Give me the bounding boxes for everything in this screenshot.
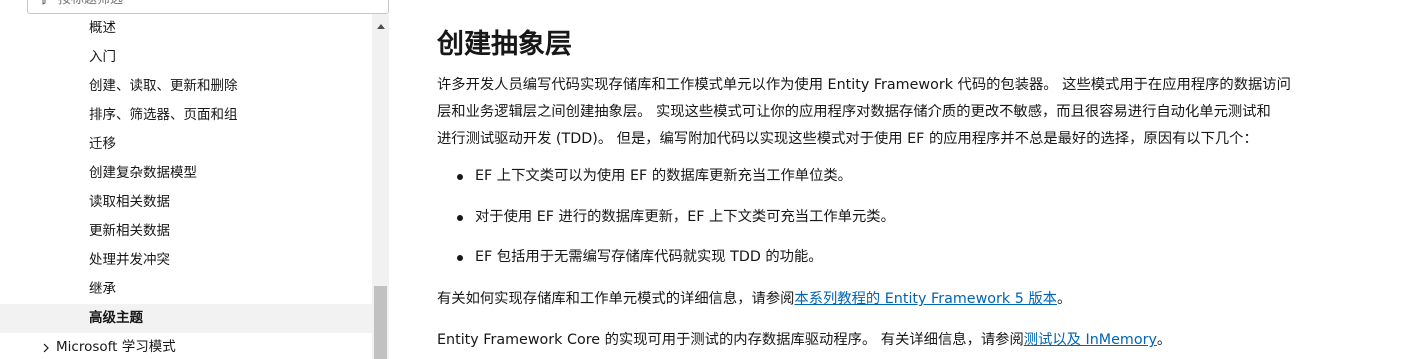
toc-list: 概述 入门 创建、读取、更新和删除 排序、筛选器、页面和组 迁移 创建复杂数据模… — [0, 14, 372, 359]
bullet-icon — [457, 174, 463, 180]
filter-box[interactable] — [27, 0, 389, 14]
intro-line: 许多开发人员编写代码实现存储库和工作模式单元以作为使用 Entity Frame… — [437, 77, 1291, 93]
toc-item-read-related-data[interactable]: 读取相关数据 — [0, 188, 372, 217]
toc-item-overview[interactable]: 概述 — [0, 14, 372, 43]
toc-scrollbar[interactable] — [372, 14, 389, 359]
filter-icon — [38, 0, 50, 5]
toc-item-advanced-topics[interactable]: 高级主题 — [0, 304, 372, 333]
chevron-right-icon[interactable] — [42, 333, 56, 359]
toc-item-inheritance[interactable]: 继承 — [0, 275, 372, 304]
scroll-thumb[interactable] — [374, 286, 387, 359]
page: 概述 入门 创建、读取、更新和删除 排序、筛选器、页面和组 迁移 创建复杂数据模… — [0, 0, 1407, 359]
paragraph-text: 有关如何实现存储库和工作单元模式的详细信息，请参阅 — [437, 291, 795, 307]
paragraph-text: 。 — [1156, 332, 1172, 348]
toc-item-complex-data-model[interactable]: 创建复杂数据模型 — [0, 159, 372, 188]
reasons-list: EF 上下文类可以为使用 EF 的数据库更新充当工作单位类。 对于使用 EF 进… — [437, 163, 895, 285]
intro-line: 层和业务逻辑层之间创建抽象层。 实现这些模式可让你的应用程序对数据存储介质的更改… — [437, 104, 1271, 120]
repository-info-paragraph: 有关如何实现存储库和工作单元模式的详细信息，请参阅本系列教程的 Entity F… — [437, 286, 1071, 313]
list-item: 对于使用 EF 进行的数据库更新，EF 上下文类可充当工作单元类。 — [437, 204, 895, 245]
list-item: EF 上下文类可以为使用 EF 的数据库更新充当工作单位类。 — [437, 163, 895, 204]
list-item: EF 包括用于无需编写存储库代码就实现 TDD 的功能。 — [437, 244, 895, 285]
list-item-text: EF 包括用于无需编写存储库代码就实现 TDD 的功能。 — [475, 249, 823, 265]
list-item-text: EF 上下文类可以为使用 EF 的数据库更新充当工作单位类。 — [475, 168, 852, 184]
ef5-tutorial-link[interactable]: 本系列教程的 Entity Framework 5 版本 — [794, 291, 1057, 307]
toc-item-label: Microsoft 学习模式 — [56, 339, 176, 355]
list-item-text: 对于使用 EF 进行的数据库更新，EF 上下文类可充当工作单元类。 — [475, 208, 895, 225]
bullet-icon — [457, 214, 463, 221]
intro-line: 进行测试驱动开发 (TDD)。 但是，编写附加代码以实现这些模式对于使用 EF … — [437, 131, 1258, 147]
toc-sidebar: 概述 入门 创建、读取、更新和删除 排序、筛选器、页面和组 迁移 创建复杂数据模… — [0, 0, 392, 359]
scroll-up-arrow-icon[interactable] — [372, 20, 389, 32]
filter-input[interactable] — [58, 0, 358, 7]
paragraph-text: Entity Framework Core 的实现可用于测试的内存数据库驱动程序… — [437, 332, 1024, 348]
article-title: 创建抽象层 — [437, 29, 572, 60]
toc-item-update-related-data[interactable]: 更新相关数据 — [0, 217, 372, 246]
toc-item-sort-filter-page[interactable]: 排序、筛选器、页面和组 — [0, 101, 372, 130]
intro-paragraph: 许多开发人员编写代码实现存储库和工作模式单元以作为使用 Entity Frame… — [437, 72, 1382, 153]
toc-item-migrations[interactable]: 迁移 — [0, 130, 372, 159]
inmemory-testing-link[interactable]: 测试以及 InMemory — [1024, 332, 1157, 348]
toc-item-concurrency[interactable]: 处理并发冲突 — [0, 246, 372, 275]
inmemory-paragraph: Entity Framework Core 的实现可用于测试的内存数据库驱动程序… — [437, 327, 1171, 354]
paragraph-text: 。 — [1056, 291, 1072, 307]
toc-item-learn-modules[interactable]: Microsoft 学习模式 — [0, 333, 372, 359]
bullet-icon — [457, 255, 463, 261]
toc-item-crud[interactable]: 创建、读取、更新和删除 — [0, 72, 372, 101]
toc-item-getting-started[interactable]: 入门 — [0, 43, 372, 72]
